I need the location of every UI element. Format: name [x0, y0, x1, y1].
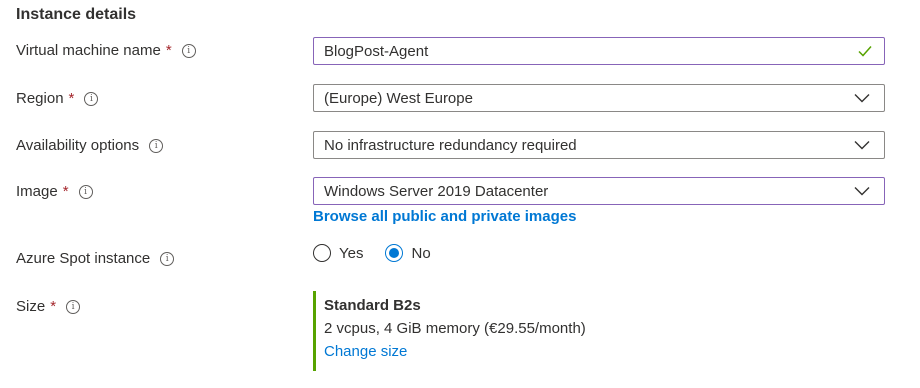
- image-label-row: Image * i: [16, 183, 93, 200]
- image-dropdown[interactable]: Windows Server 2019 Datacenter: [313, 177, 885, 205]
- chevron-down-icon: [854, 187, 870, 196]
- availability-dropdown[interactable]: No infrastructure redundancy required: [313, 131, 885, 159]
- region-value: (Europe) West Europe: [324, 89, 473, 107]
- spot-label: Azure Spot instance: [16, 250, 151, 267]
- availability-label: Availability options: [16, 137, 140, 154]
- info-icon[interactable]: i: [149, 138, 164, 153]
- image-label: Image: [16, 183, 58, 200]
- size-description: 2 vcpus, 4 GiB memory (€29.55/month): [324, 320, 586, 337]
- info-icon[interactable]: i: [181, 43, 196, 58]
- availability-label-row: Availability options i: [16, 137, 164, 154]
- info-icon[interactable]: i: [78, 184, 93, 199]
- spot-label-row: Azure Spot instance i: [16, 250, 175, 267]
- availability-value: No infrastructure redundancy required: [324, 136, 577, 154]
- vm-name-label-row: Virtual machine name * i: [16, 42, 196, 59]
- browse-images-link[interactable]: Browse all public and private images: [313, 208, 576, 225]
- required-marker: *: [50, 298, 57, 315]
- section-title: Instance details: [16, 6, 137, 23]
- info-icon[interactable]: i: [160, 251, 175, 266]
- chevron-down-icon: [854, 94, 870, 103]
- size-label: Size: [16, 298, 46, 315]
- required-marker: *: [62, 183, 69, 200]
- radio-selected-dot: [389, 248, 400, 258]
- spot-no-radio[interactable]: [385, 244, 404, 262]
- size-name: Standard B2s: [324, 297, 421, 314]
- spot-yes-radio[interactable]: [313, 244, 331, 262]
- spot-no-label[interactable]: No: [411, 245, 430, 262]
- checkmark-icon: [858, 46, 872, 57]
- image-value: Windows Server 2019 Datacenter: [324, 182, 549, 200]
- change-size-link[interactable]: Change size: [324, 343, 586, 360]
- size-summary: Standard B2s 2 vcpus, 4 GiB memory (€29.…: [313, 291, 586, 371]
- vm-name-value: BlogPost-Agent: [324, 42, 429, 60]
- size-label-row: Size * i: [16, 298, 81, 315]
- required-marker: *: [165, 42, 172, 59]
- region-label: Region: [16, 90, 64, 107]
- info-icon[interactable]: i: [84, 91, 99, 106]
- info-icon[interactable]: i: [66, 299, 81, 314]
- spot-radio-group: Yes No: [313, 244, 445, 262]
- region-label-row: Region * i: [16, 90, 99, 107]
- vm-name-input[interactable]: BlogPost-Agent: [313, 37, 885, 65]
- region-dropdown[interactable]: (Europe) West Europe: [313, 84, 885, 112]
- chevron-down-icon: [854, 141, 870, 150]
- vm-name-label: Virtual machine name: [16, 42, 161, 59]
- required-marker: *: [68, 90, 75, 107]
- spot-yes-label[interactable]: Yes: [339, 245, 363, 262]
